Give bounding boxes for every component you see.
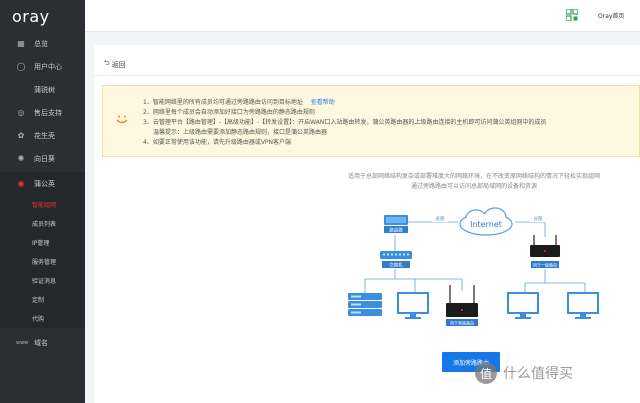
dandelion-icon: ◉ [17, 178, 25, 188]
computer-icon [507, 292, 539, 319]
top-bar [85, 0, 640, 32]
help-link[interactable]: 查看帮助 [311, 99, 335, 106]
qr-code-icon[interactable] [566, 9, 578, 21]
sidebar-item-label: 售后支持 [34, 108, 62, 117]
server-icon [348, 293, 382, 316]
sidebar-sub-verify[interactable]: 验证消息 [0, 271, 85, 290]
peanut-icon: ✿ [17, 130, 25, 140]
sidebar-item-user-center[interactable]: ◯ 用户中心 [0, 55, 85, 78]
tip-line: 4、如要正常使用该功能，请先升级路由器或VPN客户端 [143, 139, 292, 146]
gateway-label: 用于一级路由 [533, 262, 557, 268]
tip-line: 3、云管理平台【路由管理】-【高级功能】-【转发设置】：开启WAN口入站路由转发… [143, 119, 547, 126]
sidebar-item-sunflower[interactable]: ✺ 向日葵 [0, 147, 85, 170]
support-icon: ◎ [17, 107, 25, 117]
sidebar-sub-smart-network[interactable]: 智能组网 [0, 195, 85, 214]
computer-icon [567, 292, 599, 319]
logo[interactable]: oray [0, 0, 85, 32]
sidebar-sub-ip[interactable]: IP管理 [0, 233, 85, 252]
intro-text: 通过旁路路由可以访问总部局域网的设备和资源 [410, 183, 537, 190]
bypass-label: 用于旁路路由 [450, 320, 474, 326]
www-icon: www [16, 339, 29, 346]
network-diagram: 路由器 总部 Internet 分部 交换机 用于一级路由 用于旁路路由 [348, 207, 599, 326]
sidebar: oray ▦ 总览 ◯ 用户中心 蒲锐树 ◎ 售后支持 ✿ 花生壳 ✺ 向日葵 … [0, 0, 85, 403]
tip-line: 1、智能网络里的所有成员均可通过旁路路由访问到目标地址 查看帮助 [143, 99, 335, 106]
sidebar-item-domain[interactable]: www 域名 [0, 331, 85, 354]
sidebar-item-peanut[interactable]: ✿ 花生壳 [0, 124, 85, 147]
sidebar-sub-members[interactable]: 成员列表 [0, 214, 85, 233]
computer-icon [397, 292, 429, 319]
router-label: 路由器 [389, 227, 403, 234]
sidebar-sub-custom[interactable]: 定制 [0, 290, 85, 309]
branch-router-icon [530, 235, 560, 257]
smile-icon [116, 115, 128, 124]
back-button[interactable]: ⮌ 返回 [104, 59, 126, 70]
watermark-badge: 值 [475, 362, 497, 384]
hq-label: 总部 [436, 215, 445, 222]
divider [94, 75, 640, 76]
sunflower-icon: ✺ [17, 153, 25, 163]
sidebar-item-purui[interactable]: 蒲锐树 [0, 78, 85, 101]
internet-label: Internet [470, 220, 502, 229]
sidebar-item-dandelion[interactable]: ◉ 蒲公英 [0, 172, 85, 195]
tip-line: 温馨提示：上级路由需要添加静态路由规则，接口是蒲公英路由器 [153, 129, 328, 136]
intro-text: 适用于总部网络结构复杂或部署难度大的网络环境，在不改变原网络结构的情况下轻松实现… [347, 173, 600, 180]
tip-line: 2、网络里每个成员会自动添加好接口为旁路路由的静态路由规则 [143, 109, 315, 116]
dandelion-submenu: 智能组网 成员列表 IP管理 服务管理 验证消息 定制 代购 [0, 195, 85, 328]
branch-label: 分部 [534, 215, 543, 222]
watermark: 值 什么值得买 [475, 362, 573, 384]
watermark-text: 什么值得买 [503, 366, 573, 382]
sidebar-item-label: 用户中心 [34, 62, 62, 71]
grid-icon: ▦ [17, 38, 25, 48]
oray-home-link[interactable]: Oray首页 [598, 11, 624, 20]
switch-label: 交换机 [389, 262, 403, 269]
sidebar-sub-purchase[interactable]: 代购 [0, 309, 85, 328]
sidebar-item-overview[interactable]: ▦ 总览 [0, 32, 85, 55]
sidebar-item-support[interactable]: ◎ 售后支持 [0, 101, 85, 124]
tips-panel: 1、智能网络里的所有成员均可通过旁路路由访问到目标地址 查看帮助 2、网络里每个… [102, 85, 640, 157]
sidebar-item-label: 域名 [34, 338, 48, 347]
sidebar-sub-service[interactable]: 服务管理 [0, 252, 85, 271]
sidebar-item-label: 总览 [34, 39, 48, 48]
sidebar-item-label: 蒲公英 [34, 179, 55, 188]
back-icon: ⮌ [104, 59, 110, 67]
sidebar-item-label: 花生壳 [34, 131, 55, 140]
back-label: 返回 [111, 60, 126, 69]
sidebar-item-label: 向日葵 [34, 154, 55, 163]
user-icon: ◯ [16, 61, 26, 71]
sidebar-item-label: 蒲锐树 [34, 85, 55, 94]
